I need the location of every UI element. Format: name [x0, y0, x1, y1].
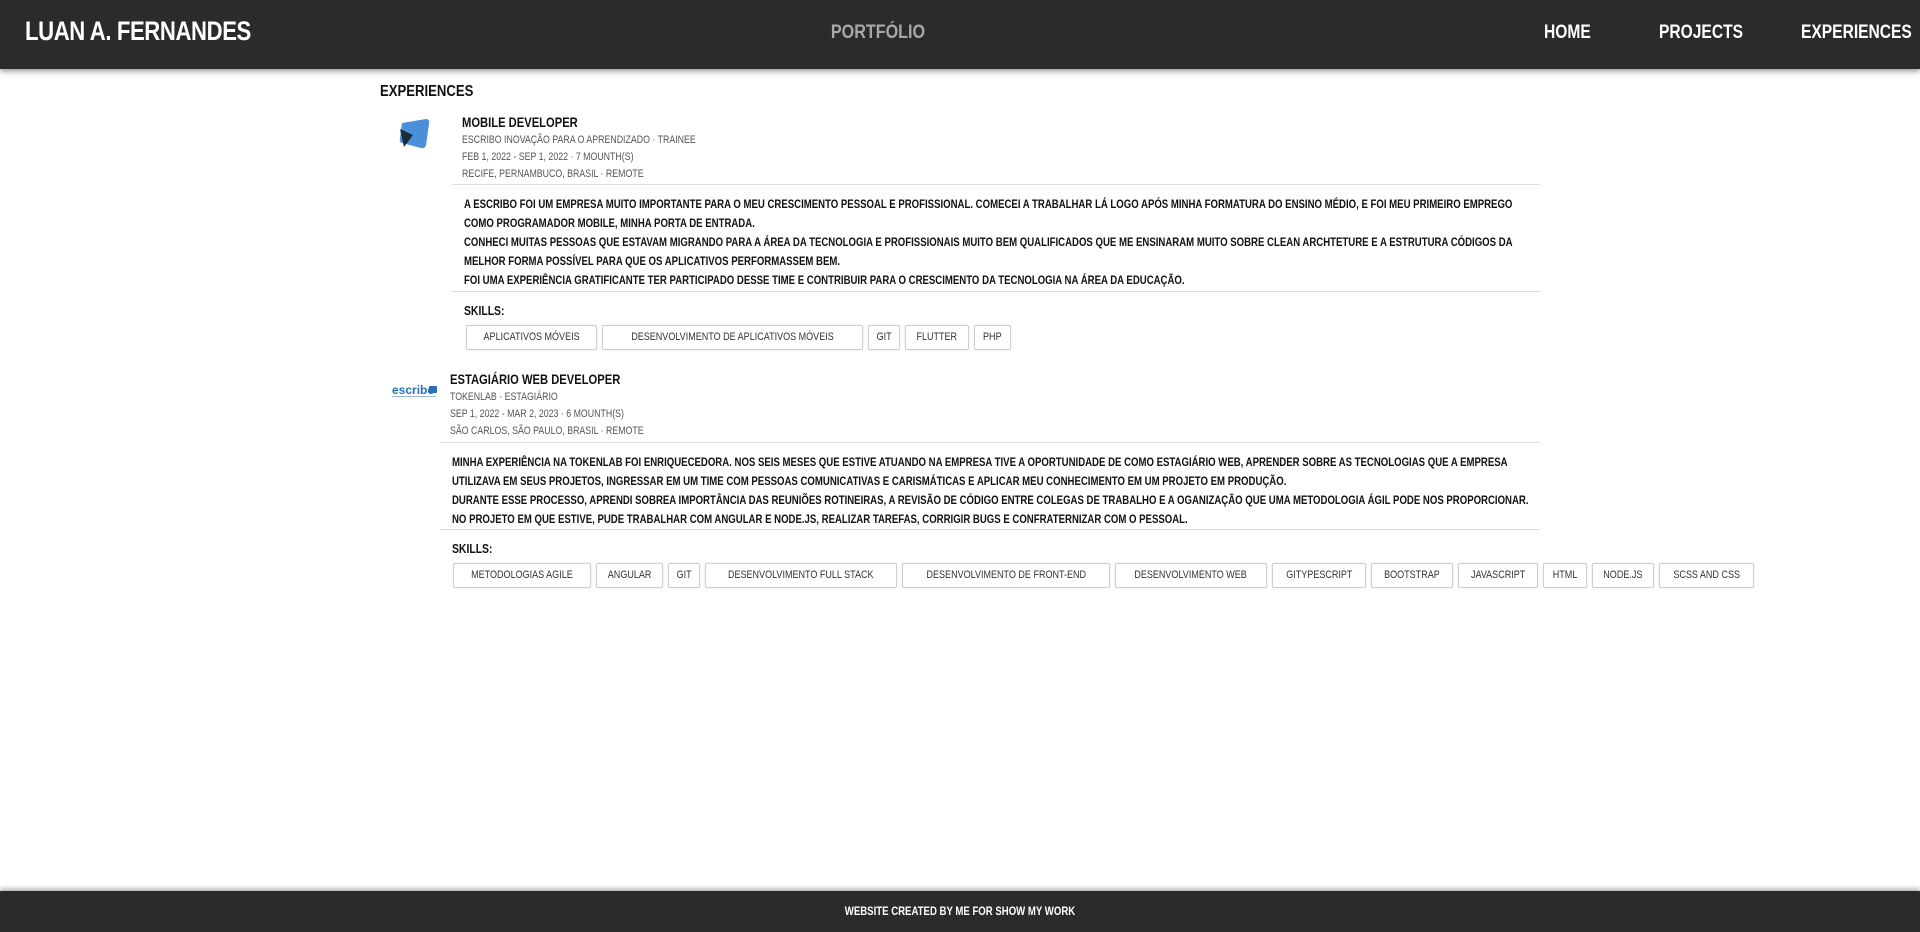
divider — [440, 529, 1540, 530]
job-description: A ESCRIBO FOI UM EMPRESA MUITO IMPORTANT… — [464, 195, 1540, 290]
description-paragraph: DURANTE ESSE PROCESSO, APRENDI SOBREA IM… — [452, 493, 1529, 507]
job-description: MINHA EXPERIÊNCIA NA TOKENLAB FOI ENRIQU… — [452, 453, 1540, 529]
company-logo: escribo — [390, 380, 440, 400]
nav-projects-link[interactable]: PROJECTS — [1659, 22, 1743, 44]
skill-tag[interactable]: GIT — [668, 563, 701, 588]
job-role: MOBILE DEVELOPER — [462, 114, 578, 130]
skill-tag[interactable]: GIT — [868, 325, 901, 350]
skills-label: SKILLS: — [452, 541, 493, 556]
divider — [452, 184, 1540, 185]
skill-tag[interactable]: BOOTSTRAP — [1371, 563, 1454, 588]
skills-list: APLICATIVOS MÓVEIS DESENVOLVIMENTO DE AP… — [466, 325, 1011, 350]
skill-tag[interactable]: DESENVOLVIMENTO DE FRONT-END — [901, 563, 1111, 588]
skill-tag[interactable]: SCSS AND CSS — [1658, 563, 1755, 588]
skill-tag[interactable]: HTML — [1543, 563, 1588, 588]
section-title: EXPERIENCES — [380, 83, 474, 100]
skill-tag[interactable]: DESENVOLVIMENTO FULL STACK — [705, 563, 897, 588]
company-logo — [396, 117, 432, 153]
job-role: ESTAGIÁRIO WEB DEVELOPER — [450, 371, 621, 387]
nav-experiences-link[interactable]: EXPERIENCES — [1801, 22, 1912, 44]
divider — [452, 291, 1540, 292]
nav-home-link[interactable]: HOME — [1544, 22, 1591, 44]
description-paragraph: CONHECI MUITAS PESSOAS QUE ESTAVAM MIGRA… — [464, 235, 1513, 268]
description-paragraph: A ESCRIBO FOI UM EMPRESA MUITO IMPORTANT… — [464, 197, 1513, 230]
description-paragraph: FOI UMA EXPERIÊNCIA GRATIFICANTE TER PAR… — [464, 273, 1185, 287]
skill-tag[interactable]: APLICATIVOS MÓVEIS — [466, 325, 598, 350]
skill-tag[interactable]: DESENVOLVIMENTO WEB — [1115, 563, 1267, 588]
scribo-logo-icon — [399, 119, 430, 149]
page-title: PORTFÓLIO — [830, 22, 926, 43]
description-paragraph: MINHA EXPERIÊNCIA NA TOKENLAB FOI ENRIQU… — [452, 455, 1508, 488]
skill-tag[interactable]: PHP — [973, 325, 1011, 350]
skills-label: SKILLS: — [464, 303, 505, 318]
skills-list: METODOLOGIAS AGILE ANGULAR GIT DESENVOLV… — [453, 563, 1755, 588]
svg-text:escribo: escribo — [392, 383, 435, 397]
skill-tag[interactable]: ANGULAR — [595, 563, 664, 588]
escribo-logo-icon: escribo — [392, 383, 437, 397]
site-footer: WEBSITE CREATED BY ME FOR SHOW MY WORK — [0, 891, 1920, 932]
job-period: FEB 1, 2022 - SEP 1, 2022 · 7 MOUNTH(S) — [462, 151, 634, 163]
skill-tag[interactable]: NODE.JS — [1592, 563, 1654, 588]
job-location: RECIFE, PERNAMBUCO, BRASIL · REMOTE — [462, 168, 644, 180]
top-navbar: LUAN A. FERNANDES PORTFÓLIO HOME PROJECT… — [0, 0, 1920, 69]
skill-tag[interactable]: METODOLOGIAS AGILE — [453, 563, 591, 588]
skill-tag[interactable]: JAVASCRIPT — [1458, 563, 1539, 588]
footer-text: WEBSITE CREATED BY ME FOR SHOW MY WORK — [844, 904, 1076, 918]
job-location: SÃO CARLOS, SÃO PAULO, BRASIL · REMOTE — [450, 425, 644, 437]
job-company: TOKENLAB · ESTAGIÁRIO — [450, 391, 558, 403]
skill-tag[interactable]: FLUTTER — [905, 325, 969, 350]
job-period: SEP 1, 2022 - MAR 2, 2023 · 6 MOUNTH(S) — [450, 408, 624, 420]
description-paragraph: NO PROJETO EM QUE ESTIVE, PUDE TRABALHAR… — [452, 512, 1188, 526]
divider — [440, 442, 1540, 443]
skill-tag[interactable]: DESENVOLVIMENTO DE APLICATIVOS MÓVEIS — [602, 325, 864, 350]
job-company: ESCRIBO INOVAÇÃO PARA O APRENDIZADO · TR… — [462, 134, 696, 146]
skill-tag[interactable]: GITYPESCRIPT — [1271, 563, 1367, 588]
